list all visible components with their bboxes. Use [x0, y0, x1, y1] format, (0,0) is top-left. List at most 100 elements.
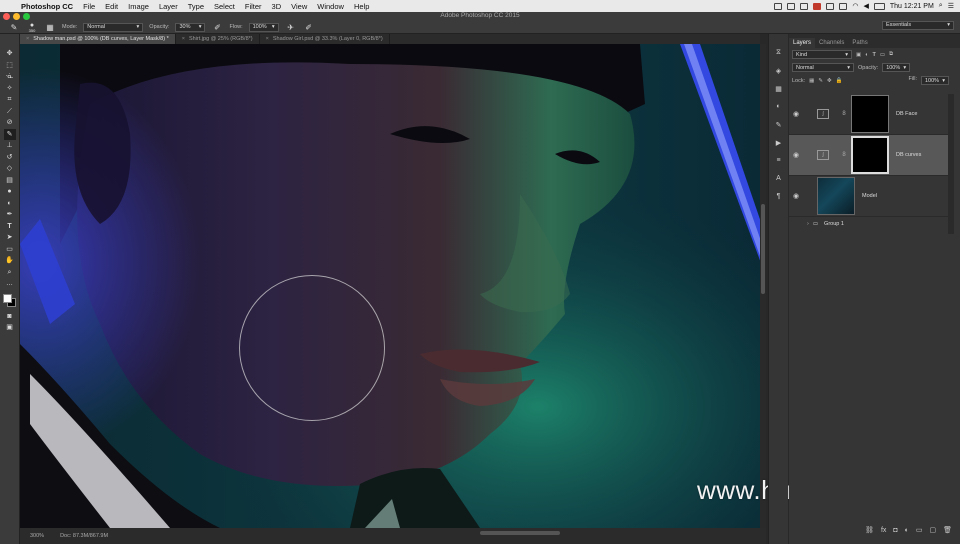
- brush-panel-icon[interactable]: ✎: [773, 118, 785, 131]
- hand-icon[interactable]: ✋: [4, 255, 16, 267]
- document-canvas[interactable]: [20, 44, 760, 528]
- eye-icon[interactable]: ◉: [789, 151, 803, 159]
- canvas-horizontal-scrollbar[interactable]: [480, 531, 560, 535]
- volume-icon[interactable]: ◀: [863, 2, 868, 10]
- layer-mask-thumbnail[interactable]: [851, 136, 889, 174]
- link-layers-icon[interactable]: ⛓: [865, 526, 874, 534]
- lock-position-icon[interactable]: ✥: [827, 78, 832, 84]
- clock[interactable]: Thu 12:21 PM: [890, 3, 934, 10]
- fx-icon[interactable]: fx: [881, 527, 886, 534]
- spotlight-icon[interactable]: ⌕: [939, 2, 943, 10]
- brush-panel-icon[interactable]: ▦: [44, 21, 56, 33]
- menu-image[interactable]: Image: [123, 2, 154, 11]
- menu-help[interactable]: Help: [349, 2, 374, 11]
- layer-db-curves[interactable]: ◉ ∫ 8 DB curves: [789, 135, 948, 176]
- history-brush-icon[interactable]: ↺: [4, 152, 16, 164]
- tab-channels[interactable]: Channels: [815, 38, 848, 48]
- lasso-icon[interactable]: ᓍ: [4, 71, 16, 83]
- brush-tool-preset-icon[interactable]: ✎: [8, 21, 20, 33]
- new-adjustment-icon[interactable]: ◐: [905, 527, 909, 534]
- fill-field[interactable]: 100% ▾: [921, 76, 949, 85]
- chain-link-icon[interactable]: 8: [839, 111, 849, 117]
- pen-icon[interactable]: ✒: [4, 209, 16, 221]
- eye-icon[interactable]: ◉: [789, 110, 803, 118]
- doc-size[interactable]: Doc: 87.3M/867.9M: [60, 533, 108, 539]
- layer-db-face[interactable]: ◉ ∫ 8 DB Face: [789, 94, 948, 135]
- crop-icon[interactable]: ⌗: [4, 94, 16, 106]
- new-group-icon[interactable]: ▭: [916, 526, 923, 534]
- menu-file[interactable]: File: [78, 2, 100, 11]
- layer-mask-thumbnail[interactable]: [851, 95, 889, 133]
- wifi-icon[interactable]: ◠: [852, 2, 858, 10]
- menu-edit[interactable]: Edit: [100, 2, 123, 11]
- filter-smart-icon[interactable]: ⧉: [889, 51, 893, 58]
- layer-model[interactable]: ◉ Model: [789, 176, 948, 217]
- chevron-right-icon[interactable]: ›: [807, 221, 809, 227]
- status-icon-1[interactable]: [774, 2, 783, 10]
- layer-thumbnail[interactable]: [817, 177, 855, 215]
- flow-field[interactable]: 100% ▾: [248, 22, 279, 32]
- canvas-vertical-scrollbar[interactable]: [760, 44, 766, 528]
- more-icon[interactable]: …: [4, 278, 16, 290]
- pressure-opacity-icon[interactable]: ✐: [211, 21, 223, 33]
- swatches-panel-icon[interactable]: ▦: [773, 82, 785, 95]
- close-icon[interactable]: ×: [182, 36, 185, 42]
- zoom-level[interactable]: 300%: [30, 533, 44, 539]
- quick-mask-icon[interactable]: ◙: [4, 311, 16, 323]
- workspace-select[interactable]: Essentials ▾: [882, 21, 954, 30]
- eraser-icon[interactable]: ◇: [4, 163, 16, 175]
- scrollbar-thumb[interactable]: [761, 204, 765, 294]
- status-icon-2[interactable]: [787, 2, 796, 10]
- tab-layers[interactable]: Layers: [789, 38, 816, 48]
- tab-shirt[interactable]: × Shirt.jpg @ 25% (RGB/8*): [176, 34, 260, 44]
- layers-scrollbar[interactable]: [948, 94, 954, 234]
- properties-panel-icon[interactable]: ≡: [773, 154, 785, 167]
- eyedropper-icon[interactable]: ⟋: [4, 106, 16, 118]
- blur-icon[interactable]: ●: [4, 186, 16, 198]
- layer-opacity-field[interactable]: 100% ▾: [882, 63, 911, 72]
- status-icon-4[interactable]: [813, 2, 822, 10]
- move-icon[interactable]: ✥: [4, 48, 16, 60]
- battery-icon[interactable]: [873, 2, 885, 10]
- close-icon[interactable]: ×: [266, 36, 269, 42]
- menu-3d[interactable]: 3D: [267, 2, 287, 11]
- type-icon[interactable]: T: [4, 221, 16, 233]
- add-mask-icon[interactable]: ◘: [893, 527, 897, 534]
- blend-mode-select[interactable]: Normal ▾: [792, 63, 854, 72]
- status-icon-5[interactable]: [826, 2, 835, 10]
- menu-select[interactable]: Select: [209, 2, 240, 11]
- lock-transparent-icon[interactable]: ▦: [809, 78, 814, 84]
- zoom-icon[interactable]: ⌕: [4, 267, 16, 279]
- screen-mode-icon[interactable]: ▣: [4, 322, 16, 334]
- healing-icon[interactable]: ⊘: [4, 117, 16, 129]
- actions-panel-icon[interactable]: ▶: [773, 136, 785, 149]
- path-select-icon[interactable]: ➤: [4, 232, 16, 244]
- character-panel-icon[interactable]: A: [773, 172, 785, 185]
- menu-layer[interactable]: Layer: [154, 2, 183, 11]
- filter-adjustment-icon[interactable]: ◐: [865, 52, 868, 58]
- eye-icon[interactable]: ◉: [789, 192, 803, 200]
- gradient-icon[interactable]: ▤: [4, 175, 16, 187]
- trash-icon[interactable]: 🗑: [943, 526, 952, 534]
- pressure-size-icon[interactable]: ✐: [303, 21, 315, 33]
- adjustments-panel-icon[interactable]: ◐: [773, 100, 785, 113]
- layer-group-1[interactable]: › ▭ Group 1: [789, 218, 948, 230]
- layer-filter-select[interactable]: Kind ▾: [792, 50, 852, 59]
- paragraph-panel-icon[interactable]: ¶: [773, 190, 785, 203]
- filter-shape-icon[interactable]: ▭: [880, 52, 885, 58]
- menu-filter[interactable]: Filter: [240, 2, 267, 11]
- brush-icon[interactable]: ✎: [3, 128, 16, 140]
- filter-type-icon[interactable]: T: [873, 52, 876, 58]
- notification-icon[interactable]: ☰: [948, 2, 954, 10]
- mode-select[interactable]: Normal ▾: [83, 22, 144, 32]
- foreground-color[interactable]: [2, 293, 12, 303]
- status-icon-3[interactable]: [800, 2, 809, 10]
- new-layer-icon[interactable]: ▢: [929, 526, 936, 534]
- menu-view[interactable]: View: [286, 2, 312, 11]
- tab-paths[interactable]: Paths: [848, 38, 871, 48]
- marquee-icon[interactable]: ⬚: [4, 60, 16, 72]
- brush-size-picker[interactable]: ● 350: [26, 21, 38, 33]
- lock-image-icon[interactable]: ✎: [818, 78, 823, 84]
- lock-all-icon[interactable]: 🔒: [836, 78, 843, 84]
- menu-type[interactable]: Type: [183, 2, 209, 11]
